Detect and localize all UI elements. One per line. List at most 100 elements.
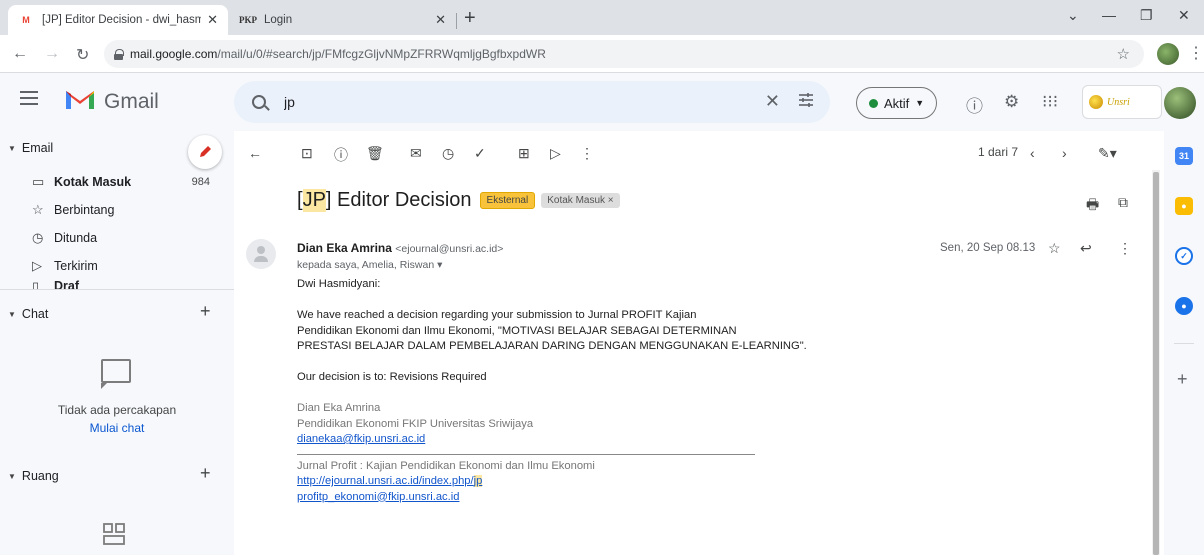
- search-icon[interactable]: [252, 95, 266, 109]
- new-room-plus-icon[interactable]: +: [200, 463, 211, 484]
- greeting: Dwi Hasmidyani:: [297, 278, 381, 290]
- print-icon[interactable]: 🖶: [1086, 194, 1099, 218]
- tab-title: Login: [264, 14, 293, 26]
- reload-icon[interactable]: ↻: [76, 45, 89, 65]
- account-avatar[interactable]: [1164, 87, 1196, 119]
- keep-icon[interactable]: ●: [1175, 197, 1193, 215]
- email-section-header[interactable]: ▼ Email: [8, 141, 53, 155]
- archive-icon[interactable]: ⊡: [301, 145, 313, 162]
- search-input[interactable]: [284, 94, 734, 110]
- email-subject: [JP] Editor Decision Eksternal Kotak Mas…: [297, 189, 620, 212]
- url-bar[interactable]: mail.google.com/mail/u/0/#search/jp/FMfc…: [104, 40, 1144, 68]
- send-icon: ▷: [32, 258, 42, 273]
- status-dropdown[interactable]: Aktif ▼: [856, 87, 938, 119]
- star-icon[interactable]: ☆: [1048, 240, 1061, 257]
- unsri-emblem-icon: [1089, 95, 1103, 109]
- input-tools-icon[interactable]: ✎▾: [1098, 145, 1117, 162]
- contacts-icon[interactable]: ●: [1175, 297, 1193, 315]
- organization-logo[interactable]: Unsri: [1082, 85, 1162, 119]
- close-tab-icon[interactable]: ✕: [435, 12, 446, 28]
- apps-grid-icon[interactable]: ⁝⁝⁝: [1042, 92, 1058, 112]
- main-menu-icon[interactable]: [20, 91, 38, 105]
- tab-search-chevron-icon[interactable]: ⌄: [1067, 7, 1079, 24]
- recipients-dropdown[interactable]: kepada saya, Amelia, Riswan ▾: [297, 259, 442, 271]
- browser-menu-icon[interactable]: ⋮: [1188, 43, 1204, 63]
- close-window-icon[interactable]: ✕: [1178, 7, 1190, 24]
- divider: [1174, 343, 1194, 344]
- tab-separator: [456, 13, 457, 29]
- gmail-logo-icon[interactable]: [64, 87, 96, 111]
- scrollbar-thumb[interactable]: [1153, 172, 1159, 555]
- rooms-section-header[interactable]: ▼ Ruang: [8, 469, 59, 483]
- calendar-icon[interactable]: 31: [1175, 147, 1193, 165]
- section-label: Chat: [21, 307, 49, 321]
- sidebar-item-sent[interactable]: ▷ Terkirim: [0, 255, 234, 277]
- sender-name[interactable]: Dian Eka Amrina: [297, 241, 392, 255]
- get-addons-plus-icon[interactable]: +: [1177, 369, 1188, 390]
- journal-url-link[interactable]: http://ejournal.unsri.ac.id/index.php/jp: [297, 475, 483, 487]
- back-icon[interactable]: ←: [12, 45, 28, 63]
- restore-icon[interactable]: ❐: [1140, 7, 1153, 24]
- signature-name: Dian Eka Amrina: [297, 402, 381, 414]
- tasks-icon[interactable]: ✓: [1175, 247, 1193, 265]
- chat-empty-text: Tidak ada percakapan: [57, 403, 177, 417]
- move-to-icon[interactable]: ⊞: [518, 145, 530, 162]
- caret-down-icon: ▼: [8, 143, 16, 153]
- add-task-icon[interactable]: ✓: [474, 145, 486, 162]
- bookmark-star-icon[interactable]: ☆: [1117, 45, 1130, 63]
- newer-chevron-icon[interactable]: ‹: [1030, 145, 1035, 161]
- compose-button[interactable]: [188, 135, 222, 169]
- sidebar-item-label: Kotak Masuk: [54, 175, 132, 189]
- start-chat-link[interactable]: Mulai chat: [0, 421, 234, 435]
- more-options-icon[interactable]: ⋮: [580, 145, 594, 162]
- clear-search-icon[interactable]: ✕: [765, 91, 780, 112]
- clock-icon: ◷: [32, 230, 44, 245]
- mark-unread-icon[interactable]: ✉: [410, 145, 422, 162]
- tab-title: [JP] Editor Decision - dwi_hasmid: [42, 14, 202, 26]
- side-panel: 31 ● ✓ ● +: [1164, 131, 1204, 555]
- chat-bubble-icon: [101, 359, 131, 389]
- browser-tab-gmail[interactable]: M [JP] Editor Decision - dwi_hasmid ✕: [8, 5, 228, 35]
- journal-email-link[interactable]: profitp_ekonomi@fkip.unsri.ac.id: [297, 491, 459, 503]
- search-bar[interactable]: ✕: [234, 81, 830, 123]
- inbox-label-chip[interactable]: Kotak Masuk ×: [541, 193, 620, 208]
- forward-icon[interactable]: →: [44, 45, 60, 63]
- browser-tab-login[interactable]: PKP Login ✕: [230, 5, 456, 35]
- draft-icon: ▯: [32, 279, 40, 289]
- delete-icon[interactable]: 🗑: [366, 145, 384, 162]
- browser-tab-strip: M [JP] Editor Decision - dwi_hasmid ✕ PK…: [0, 0, 1204, 35]
- signature-email-link[interactable]: dianekaa@fkip.unsri.ac.id: [297, 433, 425, 445]
- status-label: Aktif: [884, 95, 910, 111]
- snooze-icon[interactable]: ◷: [442, 145, 454, 162]
- decision-line: Our decision is to: Revisions Required: [297, 371, 487, 383]
- new-chat-plus-icon[interactable]: +: [200, 301, 211, 322]
- search-options-icon[interactable]: [798, 92, 814, 108]
- unsri-logo-text: Unsri: [1107, 96, 1130, 108]
- sidebar-item-label: Berbintang: [54, 203, 115, 217]
- help-icon[interactable]: ⓘ: [966, 92, 983, 117]
- sidebar-item-starred[interactable]: ☆ Berbintang: [0, 199, 234, 221]
- report-spam-icon[interactable]: ⓘ: [334, 145, 348, 165]
- gmail-header: Gmail ✕ Aktif ▼ ⓘ ⚙ ⁝⁝⁝ Unsri: [0, 73, 1204, 131]
- open-new-window-icon[interactable]: ⧉: [1118, 194, 1128, 211]
- minimize-icon[interactable]: —: [1102, 7, 1116, 23]
- journal-name: Jurnal Profit : Kajian Pendidikan Ekonom…: [297, 459, 595, 472]
- back-to-list-icon[interactable]: ←: [248, 145, 262, 161]
- sender-avatar[interactable]: [246, 239, 276, 269]
- message-more-icon[interactable]: ⋮: [1118, 240, 1132, 257]
- settings-gear-icon[interactable]: ⚙: [1004, 92, 1019, 112]
- new-tab-icon[interactable]: +: [464, 7, 476, 30]
- chat-section-header[interactable]: ▼ Chat: [8, 307, 48, 321]
- label-icon[interactable]: ▷: [550, 145, 561, 162]
- close-tab-icon[interactable]: ✕: [207, 12, 218, 28]
- sidebar-item-snoozed[interactable]: ◷ Ditunda: [0, 227, 234, 249]
- journal-footer: Jurnal Profit : Kajian Pendidikan Ekonom…: [297, 459, 1117, 506]
- profile-avatar[interactable]: [1157, 43, 1179, 65]
- reply-icon[interactable]: ↩: [1080, 240, 1092, 257]
- sidebar-item-drafts[interactable]: ▯ Draf: [0, 279, 234, 289]
- sidebar-item-label: Ditunda: [54, 231, 98, 245]
- url-base: http://ejournal.unsri.ac.id/index.php/: [297, 475, 474, 487]
- url-host: mail.google.com: [130, 47, 218, 61]
- sidebar-item-inbox[interactable]: ▭ Kotak Masuk 984: [0, 171, 234, 193]
- older-chevron-icon[interactable]: ›: [1062, 145, 1067, 161]
